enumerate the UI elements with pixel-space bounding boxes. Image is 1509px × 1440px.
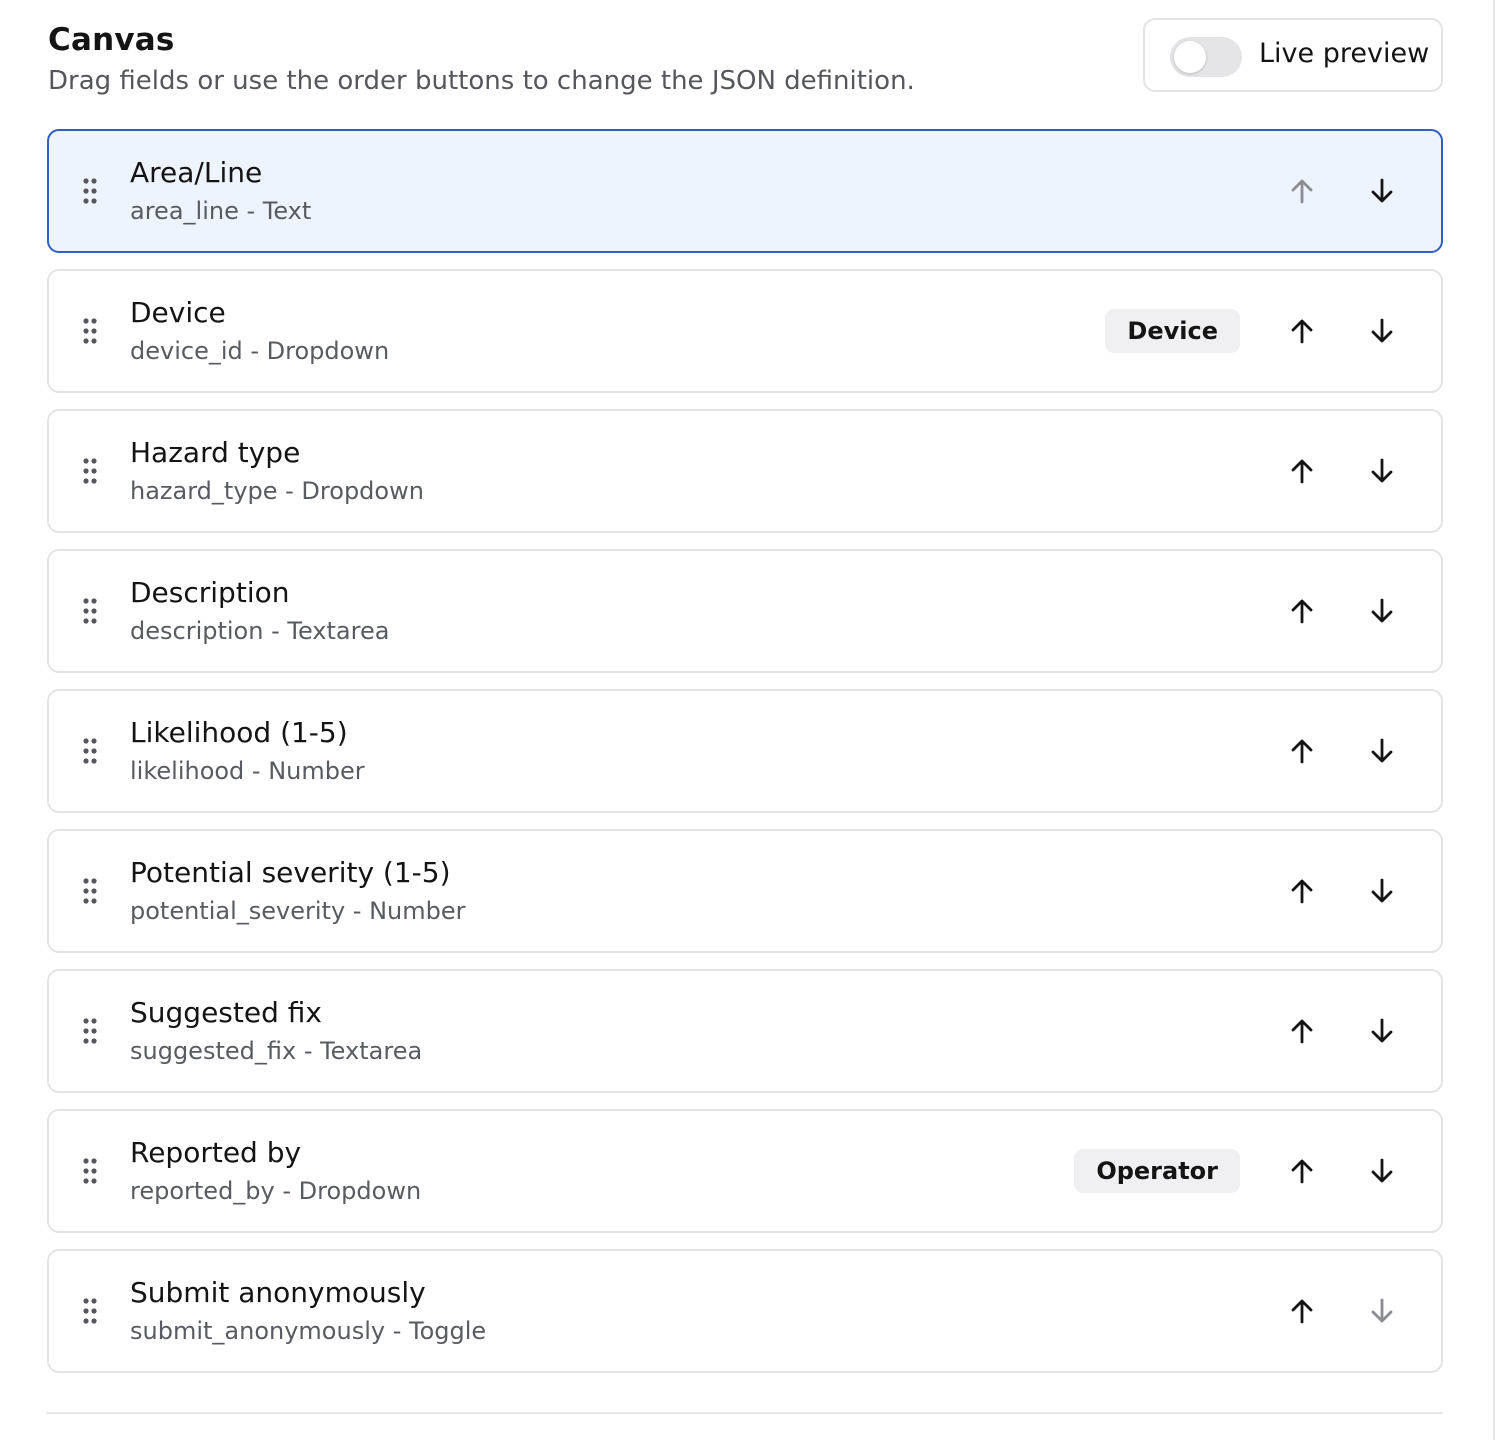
field-row[interactable]: Likelihood (1-5) likelihood - Number bbox=[47, 689, 1443, 813]
field-meta: area_line - Text bbox=[130, 197, 312, 225]
arrow-down-icon[interactable] bbox=[1362, 311, 1402, 351]
arrow-down-icon[interactable] bbox=[1362, 451, 1402, 491]
field-label: Likelihood (1-5) bbox=[130, 716, 348, 749]
field-label: Suggested fix bbox=[130, 996, 322, 1029]
field-badge: Device bbox=[1105, 309, 1240, 353]
drag-handle-icon[interactable] bbox=[82, 878, 98, 904]
field-row[interactable]: Description description - Textarea bbox=[47, 549, 1443, 673]
field-label: Device bbox=[130, 296, 226, 329]
live-preview-label: Live preview bbox=[1259, 38, 1430, 69]
arrow-up-icon[interactable] bbox=[1282, 1291, 1322, 1331]
field-list: Area/Line area_line - Text Device device_id… bbox=[47, 129, 1443, 1389]
drag-handle-icon[interactable] bbox=[82, 738, 98, 764]
arrow-down-icon[interactable] bbox=[1362, 591, 1402, 631]
canvas-header: Canvas Drag fields or use the order butt… bbox=[48, 18, 1443, 108]
field-badge: Operator bbox=[1074, 1149, 1240, 1193]
live-preview-toggle[interactable]: Live preview bbox=[1143, 18, 1443, 92]
drag-handle-icon[interactable] bbox=[82, 318, 98, 344]
field-label: Description bbox=[130, 576, 290, 609]
arrow-up-icon[interactable] bbox=[1282, 451, 1322, 491]
field-label: Area/Line bbox=[130, 156, 263, 189]
scrollbar-track bbox=[1493, 0, 1495, 1440]
field-label: Hazard type bbox=[130, 436, 301, 469]
arrow-down-icon[interactable] bbox=[1362, 871, 1402, 911]
field-row[interactable]: Device device_id - Dropdown Device bbox=[47, 269, 1443, 393]
page-subtitle: Drag fields or use the order buttons to … bbox=[48, 66, 915, 96]
arrow-up-icon[interactable] bbox=[1282, 311, 1322, 351]
arrow-up-icon[interactable] bbox=[1282, 171, 1322, 211]
field-meta: hazard_type - Dropdown bbox=[130, 477, 424, 505]
arrow-up-icon[interactable] bbox=[1282, 731, 1322, 771]
arrow-down-icon[interactable] bbox=[1362, 1011, 1402, 1051]
field-meta: potential_severity - Number bbox=[130, 897, 466, 925]
arrow-up-icon[interactable] bbox=[1282, 1151, 1322, 1191]
drag-handle-icon[interactable] bbox=[82, 1298, 98, 1324]
arrow-up-icon[interactable] bbox=[1282, 871, 1322, 911]
field-row[interactable]: Hazard type hazard_type - Dropdown bbox=[47, 409, 1443, 533]
field-meta: submit_anonymously - Toggle bbox=[130, 1317, 487, 1345]
field-label: Reported by bbox=[130, 1136, 302, 1169]
drag-handle-icon[interactable] bbox=[82, 458, 98, 484]
field-meta: description - Textarea bbox=[130, 617, 390, 645]
field-row[interactable]: Suggested fix suggested_fix - Textarea bbox=[47, 969, 1443, 1093]
field-row[interactable]: Reported by reported_by - Dropdown Operato… bbox=[47, 1109, 1443, 1233]
field-row[interactable]: Area/Line area_line - Text bbox=[47, 129, 1443, 253]
drag-handle-icon[interactable] bbox=[82, 598, 98, 624]
arrow-down-icon[interactable] bbox=[1362, 731, 1402, 771]
field-row[interactable]: Potential severity (1-5) potential_severi… bbox=[47, 829, 1443, 953]
arrow-down-icon[interactable] bbox=[1362, 1151, 1402, 1191]
drag-handle-icon[interactable] bbox=[82, 1018, 98, 1044]
drag-handle-icon[interactable] bbox=[82, 178, 98, 204]
page-title: Canvas bbox=[48, 22, 175, 58]
arrow-down-icon[interactable] bbox=[1362, 1291, 1402, 1331]
live-preview-switch[interactable] bbox=[1170, 37, 1242, 77]
arrow-up-icon[interactable] bbox=[1282, 591, 1322, 631]
divider bbox=[47, 1412, 1443, 1414]
drag-handle-icon[interactable] bbox=[82, 1158, 98, 1184]
field-meta: reported_by - Dropdown bbox=[130, 1177, 422, 1205]
arrow-down-icon[interactable] bbox=[1362, 171, 1402, 211]
field-row[interactable]: Submit anonymously submit_anonymously - T… bbox=[47, 1249, 1443, 1373]
field-label: Potential severity (1-5) bbox=[130, 856, 451, 889]
field-label: Submit anonymously bbox=[130, 1276, 426, 1309]
field-meta: suggested_fix - Textarea bbox=[130, 1037, 423, 1065]
switch-knob bbox=[1174, 41, 1206, 73]
field-meta: device_id - Dropdown bbox=[130, 337, 390, 365]
arrow-up-icon[interactable] bbox=[1282, 1011, 1322, 1051]
field-meta: likelihood - Number bbox=[130, 757, 365, 785]
